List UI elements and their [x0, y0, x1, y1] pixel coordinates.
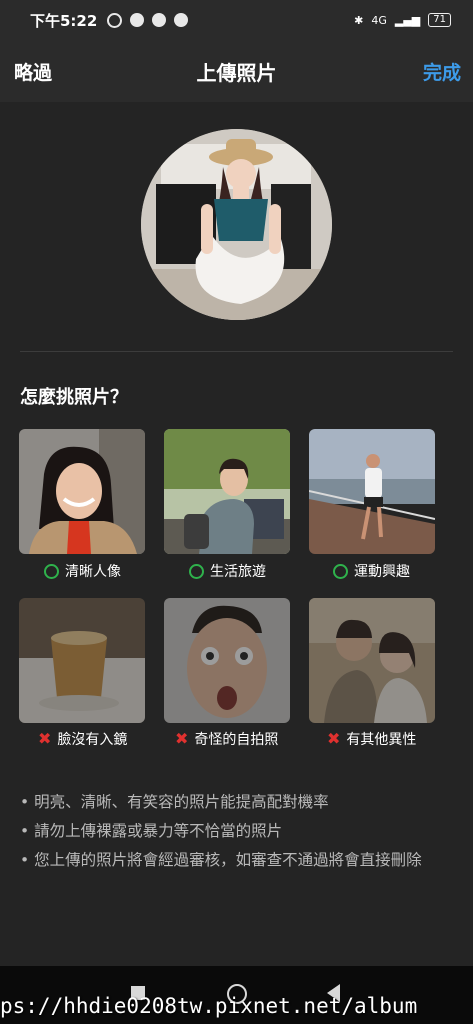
example-photo-no-face	[19, 598, 145, 723]
cross-icon: ✖	[175, 729, 189, 748]
cross-icon: ✖	[327, 729, 341, 748]
watermark: ps://hhdie0208tw.pixnet.net/album	[0, 994, 418, 1018]
section-title: 怎麼挑照片？	[20, 387, 128, 408]
tip-item: • 請勿上傳裸露或暴力等不恰當的照片	[20, 822, 283, 840]
status-bar: 下午5:22 ✱ 4G ▂▄▆ 71	[0, 0, 473, 40]
status-time: 下午5:22	[30, 11, 98, 30]
good-example-label: 運動興趣	[333, 561, 410, 581]
bad-example-label: ✖ 臉沒有入鏡	[38, 729, 128, 749]
signal-icon: ▂▄▆	[394, 13, 421, 27]
app-bar: 略過 上傳照片 完成	[0, 40, 473, 102]
example-photo-clear-portrait	[19, 429, 145, 554]
check-circle-icon	[189, 563, 204, 579]
battery-icon: 71	[428, 13, 451, 27]
good-example-label: 清晰人像	[44, 561, 121, 581]
example-photo-sports	[309, 429, 435, 554]
check-circle-icon	[333, 563, 348, 579]
example-photo-travel	[164, 429, 290, 554]
skip-button[interactable]: 略過	[14, 58, 52, 85]
alarm-icon	[107, 12, 123, 28]
tip-item: • 明亮、清晰、有笑容的照片能提高配對機率	[20, 793, 329, 811]
cross-icon: ✖	[38, 729, 52, 748]
tip-item: • 您上傳的照片將會經過審核，如審查不通過將會直接刪除	[20, 851, 422, 869]
chrome-icon	[152, 13, 167, 27]
check-circle-icon	[44, 563, 59, 579]
divider	[20, 351, 453, 352]
app-notification-icon	[130, 13, 145, 27]
tips-list: • 明亮、清晰、有笑容的照片能提高配對機率 • 請勿上傳裸露或暴力等不恰當的照片…	[20, 788, 450, 875]
network-type: 4G	[371, 13, 387, 27]
done-button[interactable]: 完成	[423, 58, 461, 85]
bad-example-label: ✖ 有其他異性	[327, 729, 417, 749]
example-photo-weird-selfie	[164, 598, 290, 723]
profile-photo[interactable]	[141, 129, 332, 320]
chrome-icon	[174, 13, 189, 27]
profile-photo-image	[141, 129, 332, 320]
good-example-label: 生活旅遊	[189, 561, 266, 581]
example-photo-other-gender	[309, 598, 435, 723]
bad-example-label: ✖ 奇怪的自拍照	[175, 729, 279, 749]
page-title: 上傳照片	[196, 60, 277, 85]
bluetooth-icon: ✱	[354, 13, 364, 27]
